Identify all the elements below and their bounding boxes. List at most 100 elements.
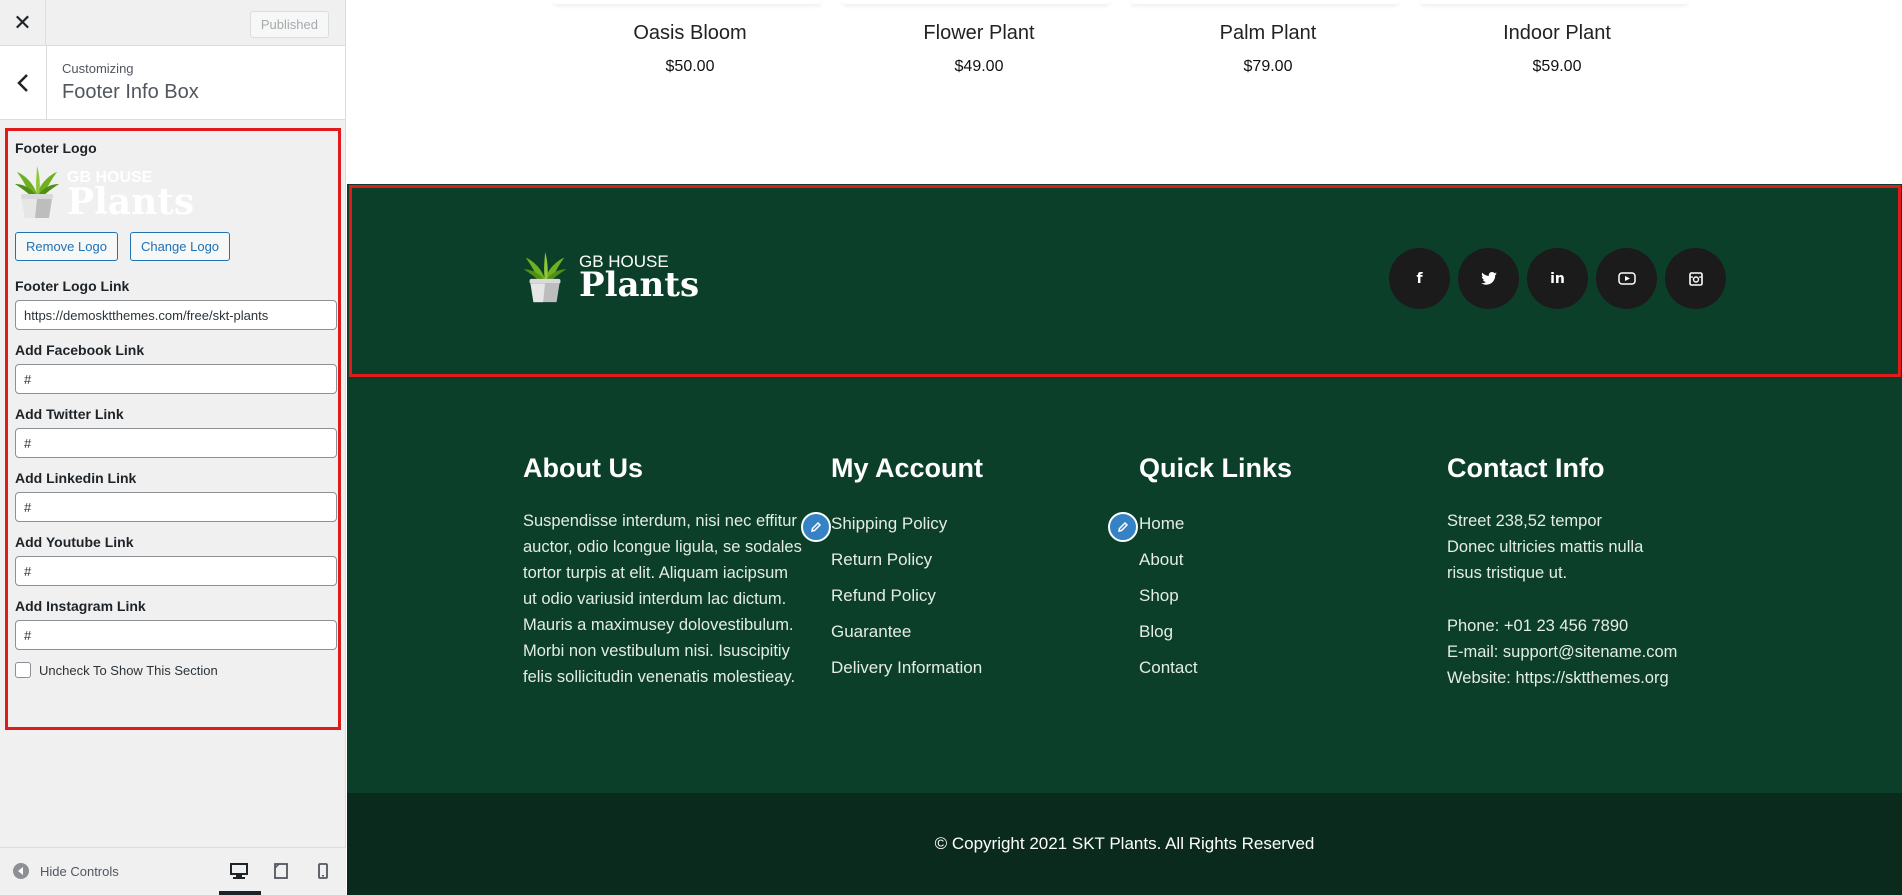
footer-link[interactable]: Guarantee xyxy=(831,614,1111,650)
field-label: Add Linkedin Link xyxy=(15,470,137,486)
footer-link[interactable]: About xyxy=(1139,542,1419,578)
instagram-button[interactable] xyxy=(1665,248,1726,309)
back-button[interactable] xyxy=(0,46,47,120)
edit-menu-shortcut[interactable] xyxy=(801,512,831,542)
hide-section-option[interactable]: Uncheck To Show This Section xyxy=(15,662,331,678)
footer-link[interactable]: Refund Policy xyxy=(831,578,1111,614)
quick-links-title: Quick Links xyxy=(1139,453,1293,483)
mobile-icon xyxy=(318,863,328,879)
field-label: Footer Logo Link xyxy=(15,278,130,294)
linkedin-link-field: Add Linkedin Link xyxy=(15,470,337,522)
footer-logo-label: Footer Logo xyxy=(15,140,97,156)
contact-phone: Phone: +01 23 456 7890 xyxy=(1447,617,1629,635)
product-card-edge xyxy=(842,0,1110,4)
tablet-preview-button[interactable] xyxy=(270,860,292,882)
facebook-link-input[interactable] xyxy=(15,364,337,394)
linkedin-icon: in xyxy=(1550,270,1565,287)
edit-menu-shortcut[interactable] xyxy=(1108,512,1138,542)
contact-website[interactable]: Website: https://sktthemes.org xyxy=(1447,669,1669,687)
footer-link[interactable]: Blog xyxy=(1139,614,1419,650)
twitter-link-field: Add Twitter Link xyxy=(15,406,337,458)
footer-link[interactable]: Return Policy xyxy=(831,542,1111,578)
plant-pot-logo-icon xyxy=(523,251,567,303)
product-price: $79.00 xyxy=(1243,58,1293,75)
section-title: Footer Info Box xyxy=(62,81,199,103)
field-label: Add Instagram Link xyxy=(15,598,146,614)
field-label: Add Youtube Link xyxy=(15,534,134,550)
pencil-icon xyxy=(811,521,822,532)
footer-logo-link-input[interactable] xyxy=(15,300,337,330)
footer-link[interactable]: Shop xyxy=(1139,578,1419,614)
field-label: Add Twitter Link xyxy=(15,406,124,422)
footer-link[interactable]: Home xyxy=(1139,506,1419,542)
footer-link[interactable]: Contact xyxy=(1139,650,1419,686)
product-name[interactable]: Palm Plant xyxy=(1128,22,1408,45)
contact-details: Phone: +01 23 456 7890 E-mail: support@s… xyxy=(1447,613,1747,691)
footer-logo-big: Plants xyxy=(579,264,700,305)
product-card-edge xyxy=(1420,0,1688,4)
about-title: About Us xyxy=(523,453,643,483)
close-icon: ✕ xyxy=(13,10,32,36)
product-name[interactable]: Oasis Bloom xyxy=(550,22,830,45)
footer-link[interactable]: Delivery Information xyxy=(831,650,1111,686)
field-label: Add Facebook Link xyxy=(15,342,145,358)
twitter-link-input[interactable] xyxy=(15,428,337,458)
section-header: Customizing Footer Info Box xyxy=(0,46,345,120)
remove-logo-button[interactable]: Remove Logo xyxy=(15,232,118,261)
product-price: $49.00 xyxy=(954,58,1004,75)
youtube-link-input[interactable] xyxy=(15,556,337,586)
linkedin-link-input[interactable] xyxy=(15,492,337,522)
footer-logo-link-field: Footer Logo Link xyxy=(15,278,337,330)
social-links: f in xyxy=(1389,248,1726,309)
footer-info-controls: Footer Logo GB HOUSE Plants Remove Logo … xyxy=(5,128,341,730)
footer-quick-links-column: Quick Links Home About Shop Blog Contact xyxy=(1139,453,1419,686)
site-footer: GB HOUSE Plants f in About Us Suspendiss… xyxy=(347,184,1902,793)
products-strip: Oasis Bloom $50.00 Flower Plant $49.00 P… xyxy=(347,0,1902,184)
hide-controls-label: Hide Controls xyxy=(40,863,119,879)
footer-link[interactable]: Shipping Policy xyxy=(831,506,1111,542)
mobile-preview-button[interactable] xyxy=(312,860,334,882)
footer-account-column: My Account Shipping Policy Return Policy… xyxy=(831,453,1111,686)
product-card[interactable]: Palm Plant $79.00 xyxy=(1128,22,1408,76)
product-name[interactable]: Flower Plant xyxy=(839,22,1119,45)
product-card-edge xyxy=(553,0,821,4)
desktop-icon xyxy=(230,863,248,879)
customizing-label: Customizing xyxy=(62,61,134,76)
address-line: Street 238,52 tempor xyxy=(1447,512,1603,530)
desktop-preview-button[interactable] xyxy=(228,860,250,882)
product-price: $59.00 xyxy=(1532,58,1582,75)
instagram-icon xyxy=(1688,271,1703,286)
hide-controls-button[interactable]: Hide Controls xyxy=(13,863,119,879)
hide-section-checkbox[interactable] xyxy=(15,662,31,678)
published-button[interactable]: Published xyxy=(249,11,329,38)
youtube-link-field: Add Youtube Link xyxy=(15,534,337,586)
product-price: $50.00 xyxy=(665,58,715,75)
linkedin-button[interactable]: in xyxy=(1527,248,1588,309)
youtube-button[interactable] xyxy=(1596,248,1657,309)
close-customizer-button[interactable]: ✕ xyxy=(0,0,46,46)
contact-title: Contact Info xyxy=(1447,453,1605,483)
copyright-bar: © Copyright 2021 SKT Plants. All Rights … xyxy=(347,793,1902,895)
twitter-button[interactable] xyxy=(1458,248,1519,309)
product-card[interactable]: Oasis Bloom $50.00 xyxy=(550,22,830,76)
product-card[interactable]: Indoor Plant $59.00 xyxy=(1417,22,1697,76)
change-logo-button[interactable]: Change Logo xyxy=(129,232,231,261)
facebook-link-field: Add Facebook Link xyxy=(15,342,337,394)
tablet-icon xyxy=(274,863,288,879)
product-name[interactable]: Indoor Plant xyxy=(1417,22,1697,45)
facebook-icon: f xyxy=(1416,270,1423,287)
contact-address: Street 238,52 tempor Donec ultricies mat… xyxy=(1447,508,1747,586)
footer-about-column: About Us Suspendisse interdum, nisi nec … xyxy=(523,453,803,690)
footer-logo-preview[interactable]: GB HOUSE Plants xyxy=(15,164,331,224)
copyright-text: © Copyright 2021 SKT Plants. All Rights … xyxy=(934,834,1315,853)
contact-email[interactable]: E-mail: support@sitename.com xyxy=(1447,643,1677,661)
sidebar-top-bar: ✕ Published xyxy=(0,0,345,46)
pencil-icon xyxy=(1118,521,1129,532)
product-card[interactable]: Flower Plant $49.00 xyxy=(839,22,1119,76)
account-title: My Account xyxy=(831,453,984,483)
hide-section-label: Uncheck To Show This Section xyxy=(39,662,218,678)
facebook-button[interactable]: f xyxy=(1389,248,1450,309)
footer-logo[interactable]: GB HOUSE Plants xyxy=(523,250,699,304)
instagram-link-input[interactable] xyxy=(15,620,337,650)
plant-pot-logo-icon xyxy=(15,166,59,218)
